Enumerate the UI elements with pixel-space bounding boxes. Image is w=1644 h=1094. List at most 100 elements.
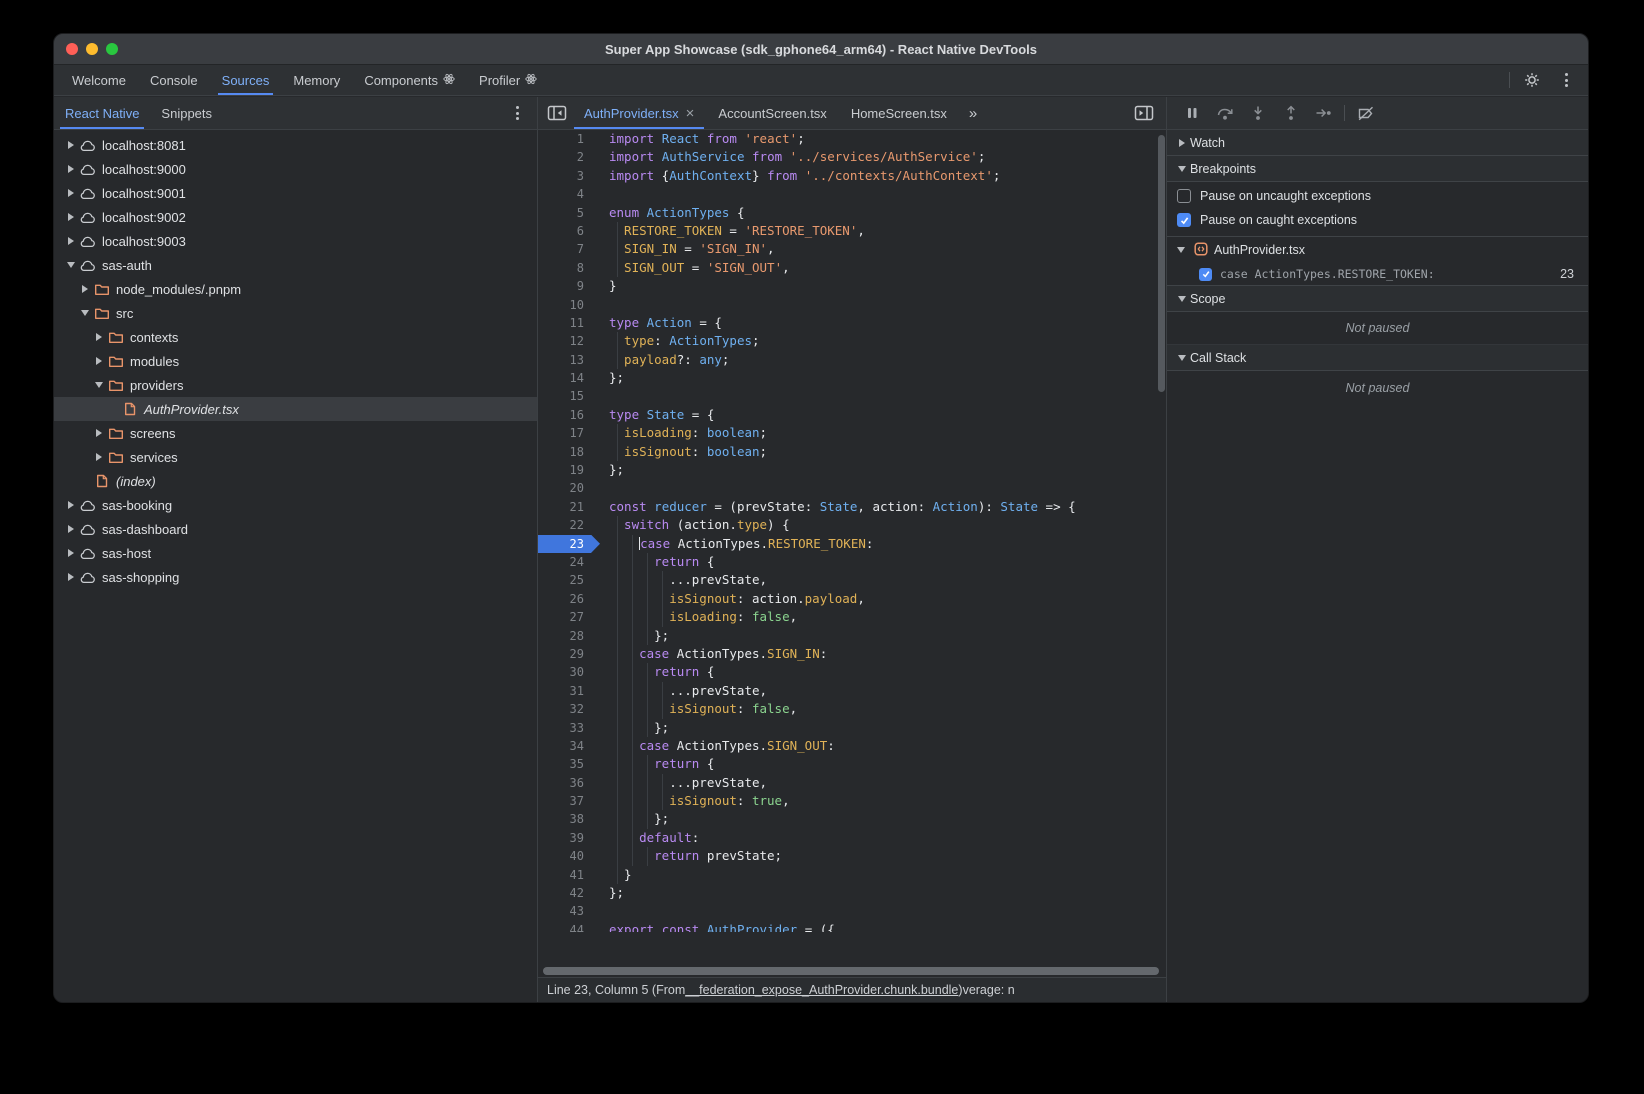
disclosure-expanded-icon[interactable]	[1174, 296, 1190, 302]
settings-gear-icon[interactable]	[1520, 68, 1544, 92]
show-debugger-icon[interactable]	[1129, 105, 1159, 121]
line-number[interactable]: 32	[538, 700, 600, 718]
line-number[interactable]: 12	[538, 332, 600, 350]
disclosure-expanded-icon[interactable]	[64, 262, 78, 268]
code-text[interactable]: };	[600, 719, 669, 737]
code-text[interactable]: return {	[600, 755, 714, 773]
breakpoints-section-header[interactable]: Breakpoints	[1167, 156, 1588, 182]
scope-section-header[interactable]: Scope	[1167, 286, 1588, 312]
disclosure-expanded-icon[interactable]	[78, 310, 92, 316]
tree-item-sas-host[interactable]: sas-host	[54, 541, 537, 565]
pause-script-icon[interactable]	[1175, 97, 1208, 130]
code-text[interactable]: };	[600, 810, 669, 828]
tree-item-localhost-8081[interactable]: localhost:8081	[54, 133, 537, 157]
code-text[interactable]: return prevState;	[600, 847, 782, 865]
tab-react-native[interactable]: React Native	[54, 97, 150, 129]
line-number[interactable]: 29	[538, 645, 600, 663]
vertical-scrollbar-thumb[interactable]	[1158, 135, 1165, 392]
code-text[interactable]: }	[600, 866, 632, 884]
line-number[interactable]: 2	[538, 148, 600, 166]
code-text[interactable]: switch (action.type) {	[600, 516, 790, 534]
line-number[interactable]: 10	[538, 296, 600, 314]
tree-item-modules[interactable]: modules	[54, 349, 537, 373]
disclosure-collapsed-icon[interactable]	[92, 357, 106, 365]
code-text[interactable]: default:	[600, 829, 699, 847]
code-text[interactable]: import AuthService from '../services/Aut…	[600, 148, 985, 166]
line-number[interactable]: 43	[538, 902, 600, 920]
code-text[interactable]: export const AuthProvider = ({	[600, 921, 835, 932]
pause-uncaught-checkbox[interactable]	[1177, 189, 1191, 203]
line-number[interactable]: 24	[538, 553, 600, 571]
line-number[interactable]: 42	[538, 884, 600, 902]
disclosure-collapsed-icon[interactable]	[64, 549, 78, 557]
code-text[interactable]	[600, 296, 617, 314]
code-text[interactable]: const reducer = (prevState: State, actio…	[600, 498, 1076, 516]
code-text[interactable]: isSignout: true,	[600, 792, 790, 810]
disclosure-expanded-icon[interactable]	[1174, 355, 1190, 361]
tree-item-providers[interactable]: providers	[54, 373, 537, 397]
tree-item-src[interactable]: src	[54, 301, 537, 325]
tree-item-sas-dashboard[interactable]: sas-dashboard	[54, 517, 537, 541]
code-text[interactable]: case ActionTypes.SIGN_OUT:	[600, 737, 835, 755]
code-text[interactable]: case ActionTypes.RESTORE_TOKEN:	[600, 535, 873, 553]
code-text[interactable]	[600, 479, 617, 497]
horizontal-scrollbar-thumb[interactable]	[543, 967, 1159, 975]
line-number[interactable]: 40	[538, 847, 600, 865]
tab-sources[interactable]: Sources	[210, 65, 282, 95]
line-number[interactable]: 20	[538, 479, 600, 497]
disclosure-expanded-icon[interactable]	[92, 382, 106, 388]
disclosure-collapsed-icon[interactable]	[78, 285, 92, 293]
disclosure-expanded-icon[interactable]	[1174, 247, 1188, 253]
close-tab-icon[interactable]: ×	[686, 106, 695, 121]
pause-on-uncaught-row[interactable]: Pause on uncaught exceptions	[1167, 184, 1588, 208]
code-text[interactable]: };	[600, 369, 624, 387]
code-text[interactable]	[600, 387, 617, 405]
line-number[interactable]: 38	[538, 810, 600, 828]
code-text[interactable]	[600, 902, 617, 920]
disclosure-collapsed-icon[interactable]	[64, 525, 78, 533]
editor-tab-accountscreen[interactable]: AccountScreen.tsx	[706, 97, 838, 129]
code-text[interactable]: enum ActionTypes {	[600, 204, 745, 222]
line-number[interactable]: 31	[538, 682, 600, 700]
line-number[interactable]: 6	[538, 222, 600, 240]
line-number[interactable]: 7	[538, 240, 600, 258]
line-number[interactable]: 33	[538, 719, 600, 737]
tree-item-sas-auth[interactable]: sas-auth	[54, 253, 537, 277]
line-number[interactable]: 28	[538, 627, 600, 645]
line-number[interactable]: 27	[538, 608, 600, 626]
disclosure-collapsed-icon[interactable]	[64, 237, 78, 245]
code-text[interactable]: SIGN_IN = 'SIGN_IN',	[600, 240, 775, 258]
navigator-kebab-menu-icon[interactable]	[505, 101, 529, 125]
line-number[interactable]: 16	[538, 406, 600, 424]
tree-item-services[interactable]: services	[54, 445, 537, 469]
tree-item-localhost-9003[interactable]: localhost:9003	[54, 229, 537, 253]
line-number[interactable]: 30	[538, 663, 600, 681]
line-number[interactable]: 34	[538, 737, 600, 755]
tree-item-screens[interactable]: screens	[54, 421, 537, 445]
tree-item-sas-booking[interactable]: sas-booking	[54, 493, 537, 517]
disclosure-collapsed-icon[interactable]	[64, 213, 78, 221]
line-number[interactable]: 22	[538, 516, 600, 534]
code-text[interactable]: type: ActionTypes;	[600, 332, 760, 350]
code-text[interactable]: ...prevState,	[600, 571, 767, 589]
disclosure-collapsed-icon[interactable]	[1174, 139, 1190, 147]
tab-memory[interactable]: Memory	[281, 65, 352, 95]
code-text[interactable]: SIGN_OUT = 'SIGN_OUT',	[600, 259, 790, 277]
tree-item-localhost-9002[interactable]: localhost:9002	[54, 205, 537, 229]
zoom-window-button[interactable]	[106, 43, 118, 55]
line-number[interactable]: 35	[538, 755, 600, 773]
code-text[interactable]: return {	[600, 663, 714, 681]
code-text[interactable]	[600, 185, 617, 203]
code-text[interactable]: isLoading: boolean;	[600, 424, 767, 442]
code-text[interactable]: RESTORE_TOKEN = 'RESTORE_TOKEN',	[600, 222, 865, 240]
line-number[interactable]: 9	[538, 277, 600, 295]
tab-components[interactable]: Components	[352, 65, 467, 95]
line-number[interactable]: 19	[538, 461, 600, 479]
disclosure-collapsed-icon[interactable]	[64, 141, 78, 149]
disclosure-collapsed-icon[interactable]	[92, 429, 106, 437]
disclosure-collapsed-icon[interactable]	[64, 573, 78, 581]
code-text[interactable]: isSignout: action.payload,	[600, 590, 865, 608]
hide-navigator-icon[interactable]	[542, 97, 572, 129]
line-number[interactable]: 18	[538, 443, 600, 461]
tree-item-node-modules-pnpm[interactable]: node_modules/.pnpm	[54, 277, 537, 301]
